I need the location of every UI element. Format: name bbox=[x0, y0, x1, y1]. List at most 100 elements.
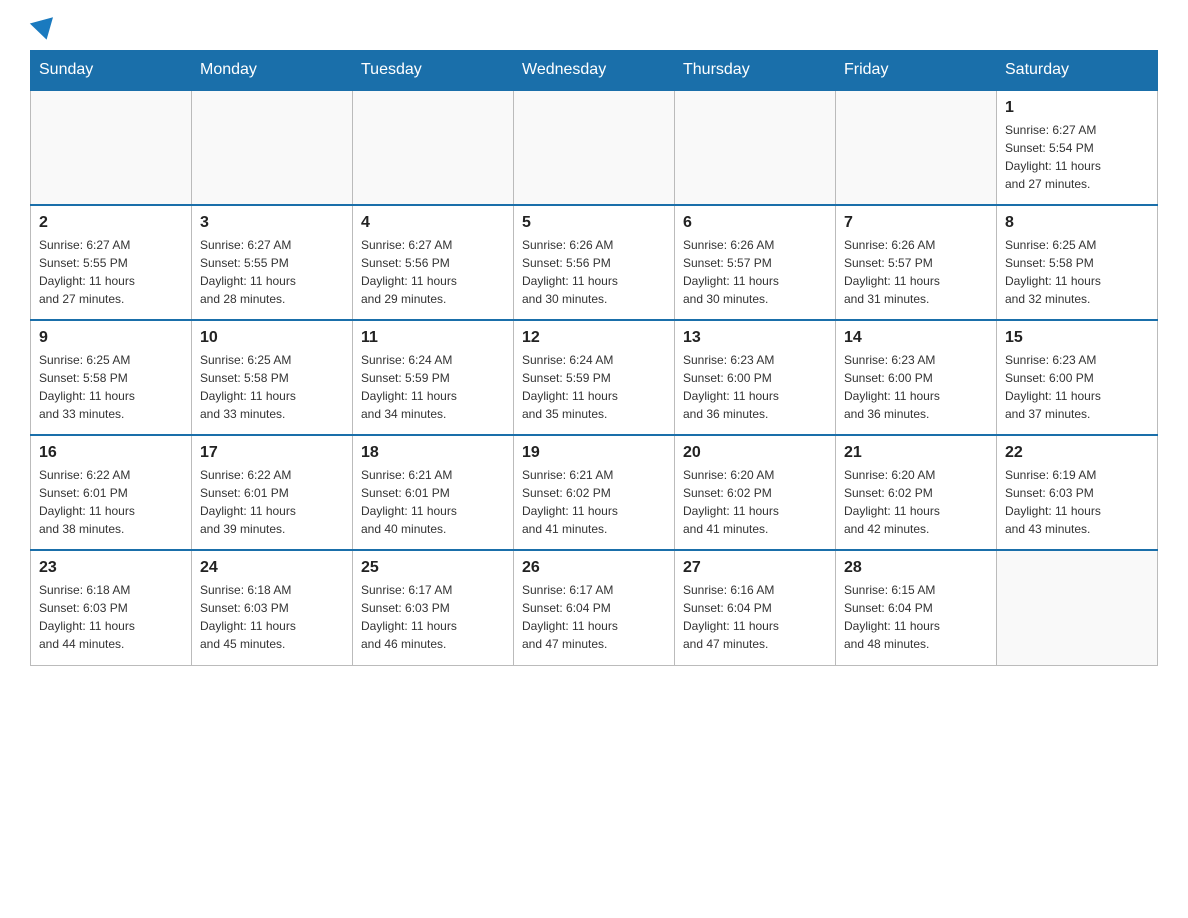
calendar-cell: 9 Sunrise: 6:25 AM Sunset: 5:58 PM Daylig… bbox=[31, 320, 192, 435]
calendar-cell: 7 Sunrise: 6:26 AM Sunset: 5:57 PM Daylig… bbox=[836, 205, 997, 320]
calendar-cell bbox=[836, 90, 997, 205]
calendar-cell bbox=[192, 90, 353, 205]
day-info: Sunrise: 6:15 AM Sunset: 6:04 PM Dayligh… bbox=[844, 581, 988, 653]
calendar-cell bbox=[353, 90, 514, 205]
weekday-header-tuesday: Tuesday bbox=[353, 51, 514, 91]
day-number: 1 bbox=[1005, 99, 1149, 117]
calendar-week-row: 16 Sunrise: 6:22 AM Sunset: 6:01 PM Dayli… bbox=[31, 435, 1158, 550]
weekday-header-friday: Friday bbox=[836, 51, 997, 91]
calendar-cell: 28 Sunrise: 6:15 AM Sunset: 6:04 PM Dayli… bbox=[836, 550, 997, 665]
day-info: Sunrise: 6:20 AM Sunset: 6:02 PM Dayligh… bbox=[844, 466, 988, 538]
day-number: 22 bbox=[1005, 444, 1149, 462]
calendar-cell: 3 Sunrise: 6:27 AM Sunset: 5:55 PM Daylig… bbox=[192, 205, 353, 320]
day-info: Sunrise: 6:25 AM Sunset: 5:58 PM Dayligh… bbox=[1005, 236, 1149, 308]
day-number: 20 bbox=[683, 444, 827, 462]
calendar-cell: 23 Sunrise: 6:18 AM Sunset: 6:03 PM Dayli… bbox=[31, 550, 192, 665]
calendar-cell: 17 Sunrise: 6:22 AM Sunset: 6:01 PM Dayli… bbox=[192, 435, 353, 550]
day-info: Sunrise: 6:18 AM Sunset: 6:03 PM Dayligh… bbox=[39, 581, 183, 653]
day-number: 23 bbox=[39, 559, 183, 577]
day-info: Sunrise: 6:24 AM Sunset: 5:59 PM Dayligh… bbox=[361, 351, 505, 423]
day-info: Sunrise: 6:25 AM Sunset: 5:58 PM Dayligh… bbox=[200, 351, 344, 423]
day-number: 12 bbox=[522, 329, 666, 347]
day-number: 3 bbox=[200, 214, 344, 232]
day-info: Sunrise: 6:27 AM Sunset: 5:56 PM Dayligh… bbox=[361, 236, 505, 308]
day-info: Sunrise: 6:23 AM Sunset: 6:00 PM Dayligh… bbox=[1005, 351, 1149, 423]
day-number: 21 bbox=[844, 444, 988, 462]
calendar-cell bbox=[31, 90, 192, 205]
day-number: 18 bbox=[361, 444, 505, 462]
weekday-header-monday: Monday bbox=[192, 51, 353, 91]
day-info: Sunrise: 6:27 AM Sunset: 5:54 PM Dayligh… bbox=[1005, 121, 1149, 193]
weekday-header-sunday: Sunday bbox=[31, 51, 192, 91]
day-number: 5 bbox=[522, 214, 666, 232]
weekday-header-wednesday: Wednesday bbox=[514, 51, 675, 91]
day-info: Sunrise: 6:23 AM Sunset: 6:00 PM Dayligh… bbox=[844, 351, 988, 423]
weekday-header-saturday: Saturday bbox=[997, 51, 1158, 91]
day-info: Sunrise: 6:18 AM Sunset: 6:03 PM Dayligh… bbox=[200, 581, 344, 653]
calendar-cell bbox=[675, 90, 836, 205]
day-number: 7 bbox=[844, 214, 988, 232]
day-info: Sunrise: 6:26 AM Sunset: 5:57 PM Dayligh… bbox=[683, 236, 827, 308]
day-info: Sunrise: 6:21 AM Sunset: 6:02 PM Dayligh… bbox=[522, 466, 666, 538]
calendar-cell: 16 Sunrise: 6:22 AM Sunset: 6:01 PM Dayli… bbox=[31, 435, 192, 550]
calendar-cell: 12Sunrise: 6:24 AM Sunset: 5:59 PM Dayli… bbox=[514, 320, 675, 435]
page-header bbox=[30, 20, 1158, 40]
day-number: 28 bbox=[844, 559, 988, 577]
day-info: Sunrise: 6:22 AM Sunset: 6:01 PM Dayligh… bbox=[39, 466, 183, 538]
day-number: 17 bbox=[200, 444, 344, 462]
day-number: 25 bbox=[361, 559, 505, 577]
calendar-week-row: 23 Sunrise: 6:18 AM Sunset: 6:03 PM Dayli… bbox=[31, 550, 1158, 665]
calendar-cell: 4 Sunrise: 6:27 AM Sunset: 5:56 PM Daylig… bbox=[353, 205, 514, 320]
calendar-cell: 26 Sunrise: 6:17 AM Sunset: 6:04 PM Dayli… bbox=[514, 550, 675, 665]
calendar-cell: 15 Sunrise: 6:23 AM Sunset: 6:00 PM Dayli… bbox=[997, 320, 1158, 435]
day-number: 16 bbox=[39, 444, 183, 462]
day-info: Sunrise: 6:17 AM Sunset: 6:03 PM Dayligh… bbox=[361, 581, 505, 653]
calendar-cell: 27 Sunrise: 6:16 AM Sunset: 6:04 PM Dayli… bbox=[675, 550, 836, 665]
day-number: 11 bbox=[361, 329, 505, 347]
day-number: 9 bbox=[39, 329, 183, 347]
calendar-cell: 18 Sunrise: 6:21 AM Sunset: 6:01 PM Dayli… bbox=[353, 435, 514, 550]
day-number: 24 bbox=[200, 559, 344, 577]
calendar-cell: 10Sunrise: 6:25 AM Sunset: 5:58 PM Dayli… bbox=[192, 320, 353, 435]
calendar-cell: 13 Sunrise: 6:23 AM Sunset: 6:00 PM Dayli… bbox=[675, 320, 836, 435]
calendar-header-row: SundayMondayTuesdayWednesdayThursdayFrid… bbox=[31, 51, 1158, 91]
calendar-cell: 19 Sunrise: 6:21 AM Sunset: 6:02 PM Dayli… bbox=[514, 435, 675, 550]
calendar-cell: 1 Sunrise: 6:27 AM Sunset: 5:54 PM Daylig… bbox=[997, 90, 1158, 205]
calendar-cell: 11 Sunrise: 6:24 AM Sunset: 5:59 PM Dayli… bbox=[353, 320, 514, 435]
day-info: Sunrise: 6:27 AM Sunset: 5:55 PM Dayligh… bbox=[39, 236, 183, 308]
day-number: 4 bbox=[361, 214, 505, 232]
day-number: 19 bbox=[522, 444, 666, 462]
day-number: 2 bbox=[39, 214, 183, 232]
day-info: Sunrise: 6:21 AM Sunset: 6:01 PM Dayligh… bbox=[361, 466, 505, 538]
day-info: Sunrise: 6:22 AM Sunset: 6:01 PM Dayligh… bbox=[200, 466, 344, 538]
day-info: Sunrise: 6:23 AM Sunset: 6:00 PM Dayligh… bbox=[683, 351, 827, 423]
day-info: Sunrise: 6:26 AM Sunset: 5:57 PM Dayligh… bbox=[844, 236, 988, 308]
calendar-week-row: 1 Sunrise: 6:27 AM Sunset: 5:54 PM Daylig… bbox=[31, 90, 1158, 205]
logo bbox=[30, 20, 58, 40]
day-number: 15 bbox=[1005, 329, 1149, 347]
day-info: Sunrise: 6:26 AM Sunset: 5:56 PM Dayligh… bbox=[522, 236, 666, 308]
day-info: Sunrise: 6:20 AM Sunset: 6:02 PM Dayligh… bbox=[683, 466, 827, 538]
day-number: 8 bbox=[1005, 214, 1149, 232]
weekday-header-thursday: Thursday bbox=[675, 51, 836, 91]
day-number: 13 bbox=[683, 329, 827, 347]
calendar-cell: 6Sunrise: 6:26 AM Sunset: 5:57 PM Daylig… bbox=[675, 205, 836, 320]
calendar-cell: 2 Sunrise: 6:27 AM Sunset: 5:55 PM Daylig… bbox=[31, 205, 192, 320]
calendar-cell: 14 Sunrise: 6:23 AM Sunset: 6:00 PM Dayli… bbox=[836, 320, 997, 435]
day-info: Sunrise: 6:17 AM Sunset: 6:04 PM Dayligh… bbox=[522, 581, 666, 653]
calendar-cell bbox=[997, 550, 1158, 665]
calendar-cell: 5 Sunrise: 6:26 AM Sunset: 5:56 PM Daylig… bbox=[514, 205, 675, 320]
day-info: Sunrise: 6:19 AM Sunset: 6:03 PM Dayligh… bbox=[1005, 466, 1149, 538]
calendar-cell: 20 Sunrise: 6:20 AM Sunset: 6:02 PM Dayli… bbox=[675, 435, 836, 550]
day-info: Sunrise: 6:25 AM Sunset: 5:58 PM Dayligh… bbox=[39, 351, 183, 423]
calendar-cell: 24 Sunrise: 6:18 AM Sunset: 6:03 PM Dayli… bbox=[192, 550, 353, 665]
calendar-cell: 25 Sunrise: 6:17 AM Sunset: 6:03 PM Dayli… bbox=[353, 550, 514, 665]
calendar-cell bbox=[514, 90, 675, 205]
day-info: Sunrise: 6:16 AM Sunset: 6:04 PM Dayligh… bbox=[683, 581, 827, 653]
day-number: 26 bbox=[522, 559, 666, 577]
logo-triangle-icon bbox=[30, 17, 58, 43]
day-info: Sunrise: 6:27 AM Sunset: 5:55 PM Dayligh… bbox=[200, 236, 344, 308]
day-number: 14 bbox=[844, 329, 988, 347]
day-number: 27 bbox=[683, 559, 827, 577]
calendar-table: SundayMondayTuesdayWednesdayThursdayFrid… bbox=[30, 50, 1158, 666]
